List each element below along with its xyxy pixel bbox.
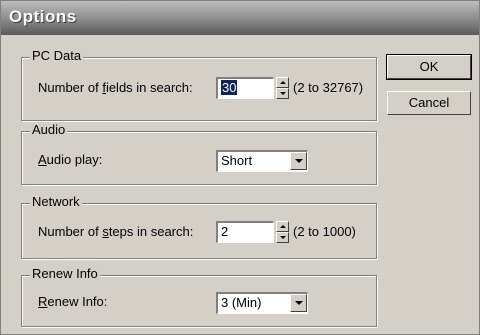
audio-legend: Audio [30, 122, 68, 137]
fields-in-search-label: Number of fields in search: [38, 80, 193, 95]
audio-play-label: Audio play: [38, 152, 103, 167]
spin-down-button[interactable] [276, 88, 289, 99]
renew-info-group: Renew Info Renew Info: 3 (Min) [21, 266, 377, 327]
chevron-down-icon [295, 159, 303, 163]
steps-range-label: (2 to 1000) [293, 224, 356, 239]
pc-data-legend: PC Data [30, 48, 84, 63]
fields-in-search-spinner[interactable] [276, 77, 289, 99]
dialog-body: PC Data Number of fields in search: 30 (… [1, 35, 479, 334]
renew-info-legend: Renew Info [30, 266, 100, 281]
title-bar[interactable]: Options [1, 1, 479, 35]
renew-dropdown-button[interactable] [290, 294, 307, 312]
audio-dropdown-button[interactable] [290, 152, 307, 170]
audio-play-select[interactable]: Short [216, 150, 308, 172]
arrow-up-icon [280, 225, 286, 228]
steps-in-search-label: Number of steps in search: [38, 224, 194, 239]
arrow-down-icon [280, 236, 286, 239]
spin-down-button[interactable] [276, 232, 289, 243]
renew-info-label: Renew Info: [38, 294, 108, 309]
arrow-up-icon [280, 81, 286, 84]
network-legend: Network [30, 194, 82, 209]
audio-play-value: Short [221, 153, 253, 168]
pc-data-group: PC Data Number of fields in search: 30 (… [21, 48, 377, 121]
ok-button[interactable]: OK [386, 54, 472, 80]
spin-up-button[interactable] [276, 221, 289, 232]
arrow-down-icon [280, 92, 286, 95]
spin-up-button[interactable] [276, 77, 289, 88]
fields-in-search-input[interactable]: 30 [216, 77, 274, 99]
network-group: Network Number of steps in search: 2 (2 … [21, 194, 377, 259]
cancel-button[interactable]: Cancel [387, 91, 471, 115]
renew-info-select[interactable]: 3 (Min) [216, 292, 308, 314]
options-dialog: Options PC Data Number of fields in sear… [0, 0, 480, 335]
audio-group: Audio Audio play: Short [21, 122, 377, 185]
fields-range-label: (2 to 32767) [293, 80, 364, 95]
window-title: Options [9, 7, 77, 26]
steps-in-search-input[interactable]: 2 [216, 221, 274, 243]
chevron-down-icon [295, 301, 303, 305]
renew-info-value: 3 (Min) [221, 295, 262, 310]
steps-in-search-spinner[interactable] [276, 221, 289, 243]
